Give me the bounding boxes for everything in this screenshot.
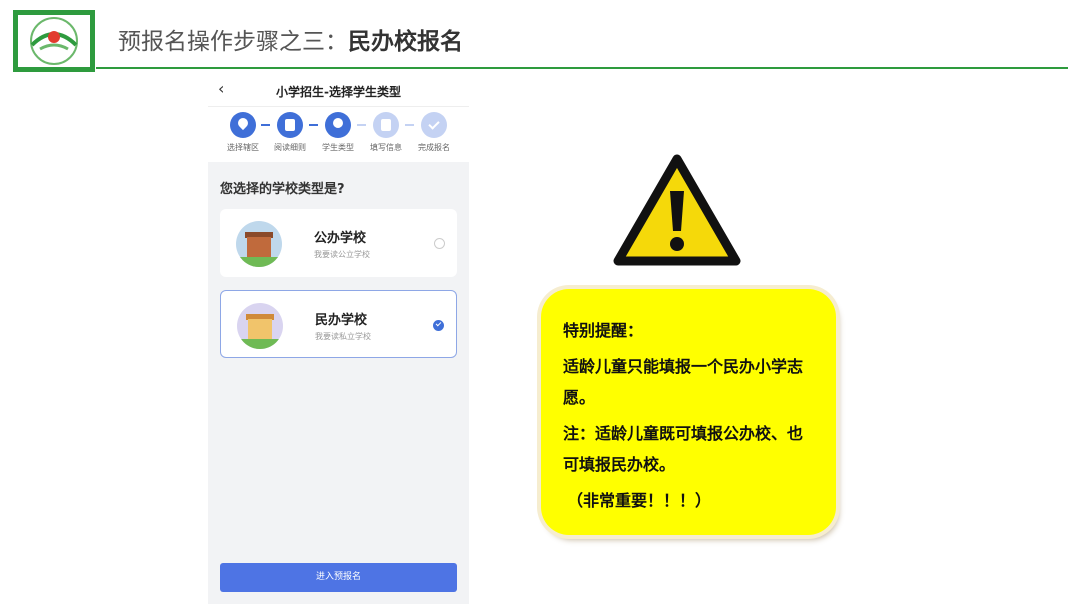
option-public-school[interactable]: 公办学校 我要读公立学校 bbox=[220, 209, 457, 277]
step-label: 填写信息 bbox=[370, 143, 402, 152]
slide-title: 预报名操作步骤之三：民办校报名 bbox=[118, 22, 463, 56]
step-label: 学生类型 bbox=[322, 143, 354, 152]
person-icon bbox=[325, 112, 351, 138]
check-icon bbox=[421, 112, 447, 138]
slide-title-emphasis: 民办校报名 bbox=[348, 29, 463, 55]
notice-heading: 特别提醒： bbox=[563, 321, 644, 340]
private-school-illustration bbox=[237, 303, 283, 349]
location-pin-icon bbox=[230, 112, 256, 138]
radio-button[interactable] bbox=[434, 238, 445, 249]
radio-button-checked[interactable] bbox=[433, 320, 444, 331]
step-read-rules: 阅读细则 bbox=[265, 112, 315, 153]
phone-header: ‹ 小学招生-选择学生类型 bbox=[208, 74, 469, 107]
option-name: 民办学校 bbox=[315, 313, 368, 328]
school-type-question: 您选择的学校类型是? bbox=[220, 182, 345, 197]
form-icon bbox=[373, 112, 399, 138]
progress-steps: 选择辖区 阅读细则 学生类型 填写信息 完成报名 bbox=[208, 107, 469, 162]
phone-header-title: 小学招生-选择学生类型 bbox=[276, 85, 401, 99]
notice-line-2: 注：适龄儿童既可填报公办校、也可填报民办校。 bbox=[563, 424, 804, 474]
notice-line-3: （非常重要！！！） bbox=[567, 491, 712, 510]
step-label: 完成报名 bbox=[418, 143, 450, 152]
document-icon bbox=[277, 112, 303, 138]
step-student-type: 学生类型 bbox=[313, 112, 363, 153]
step-select-district: 选择辖区 bbox=[218, 112, 268, 153]
phone-screenshot: ‹ 小学招生-选择学生类型 选择辖区 阅读细则 学生类型 填写信息 完成报名 您… bbox=[208, 74, 469, 604]
special-notice-box: 特别提醒： 适龄儿童只能填报一个民办小学志愿。 注：适龄儿童既可填报公办校、也可… bbox=[541, 289, 836, 535]
public-school-illustration bbox=[236, 221, 282, 267]
title-divider bbox=[96, 67, 1068, 69]
enter-preregistration-button[interactable]: 进入预报名 bbox=[220, 563, 457, 592]
notice-line-1: 适龄儿童只能填报一个民办小学志愿。 bbox=[563, 357, 804, 407]
option-desc: 我要读私立学校 bbox=[315, 332, 371, 341]
step-fill-info: 填写信息 bbox=[361, 112, 411, 153]
slide-title-prefix: 预报名操作步骤之三： bbox=[118, 29, 348, 55]
step-complete: 完成报名 bbox=[409, 112, 459, 153]
school-logo bbox=[13, 10, 95, 72]
step-label: 选择辖区 bbox=[227, 143, 259, 152]
warning-triangle-icon bbox=[613, 154, 741, 266]
option-name: 公办学校 bbox=[314, 231, 367, 246]
school-emblem-icon bbox=[30, 17, 78, 65]
option-desc: 我要读公立学校 bbox=[314, 250, 370, 259]
option-private-school[interactable]: 民办学校 我要读私立学校 bbox=[220, 290, 457, 358]
step-label: 阅读细则 bbox=[274, 143, 306, 152]
